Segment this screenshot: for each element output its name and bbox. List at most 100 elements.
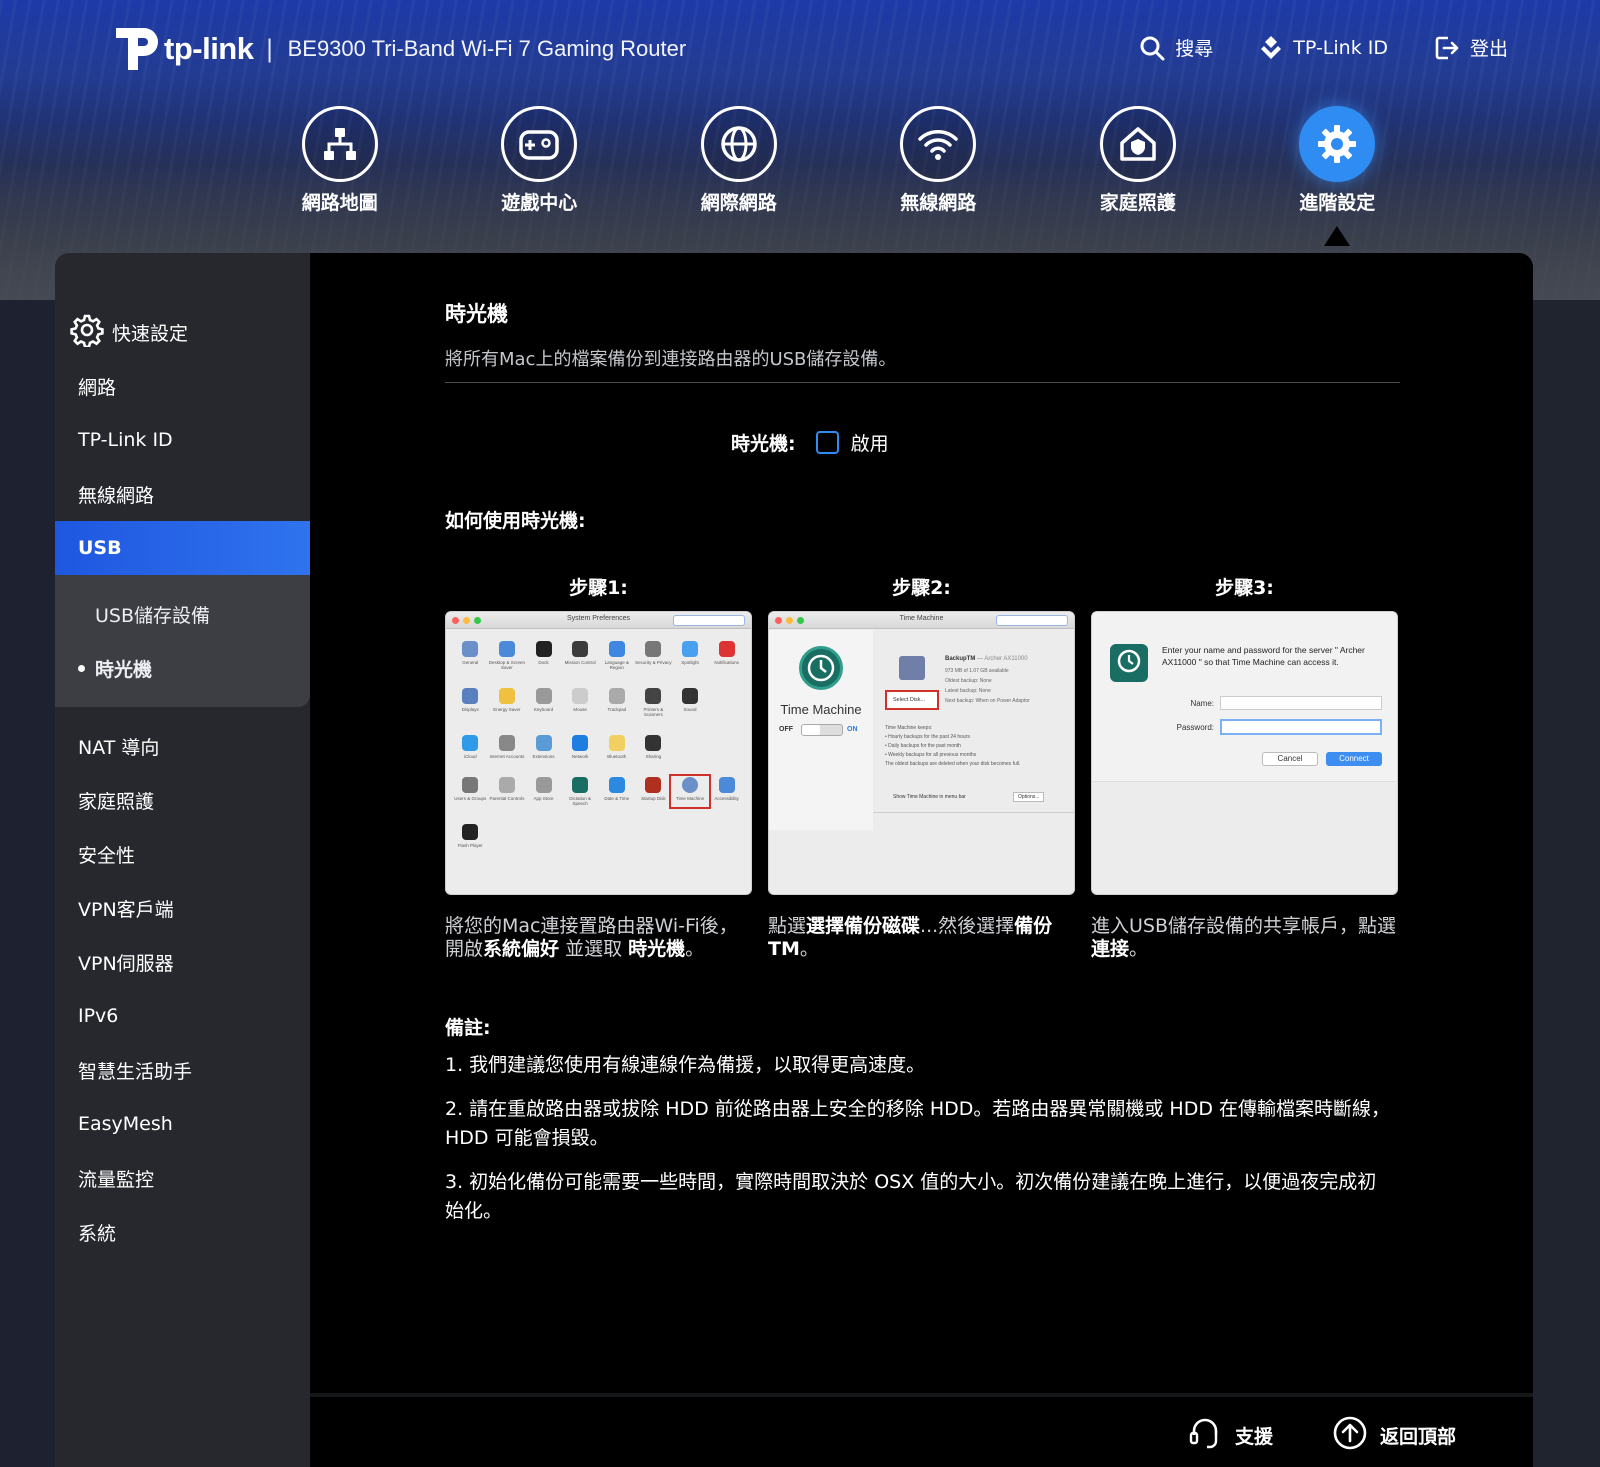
sidebar-item-ipv6[interactable]: IPv6: [55, 989, 310, 1043]
pref-network[interactable]: Network: [562, 735, 599, 759]
select-disk-button[interactable]: Select Disk...: [885, 690, 939, 710]
pref-desktop-screen-saver[interactable]: Desktop & Screen Saver: [489, 641, 526, 670]
tplink-id-label: TP-Link ID: [1293, 36, 1388, 59]
time-machine-toggle-label: 時光機:: [731, 433, 796, 455]
sidebar-subitem-label: USB儲存設備: [95, 604, 211, 627]
caption-bold: 系統偏好: [483, 938, 560, 960]
logout-button[interactable]: 登出: [1434, 34, 1508, 61]
tm-off-label: OFF: [779, 726, 793, 733]
wifi-icon: [900, 106, 977, 182]
pref-sharing[interactable]: Sharing: [635, 735, 672, 759]
pref-dock[interactable]: Dock: [525, 641, 562, 670]
pref-security-privacy[interactable]: Security & Privacy: [635, 641, 672, 670]
sidebar-item-vpn-client[interactable]: VPN客戶端: [55, 881, 310, 935]
pref-language-region[interactable]: Language & Region: [599, 641, 636, 670]
sidebar-item-label: 智慧生活助手: [78, 1060, 193, 1083]
sidebar-item-label: 快速設定: [112, 322, 189, 345]
pref-dictation-speech[interactable]: Dictation & Speech: [562, 777, 599, 806]
password-field[interactable]: [1220, 719, 1382, 735]
back-to-top-button[interactable]: 返回頂部: [1332, 1415, 1456, 1456]
pref-spotlight[interactable]: Spotlight: [672, 641, 709, 670]
nav-homecare[interactable]: 家庭照護: [1038, 106, 1238, 215]
pref-extensions[interactable]: Extensions: [525, 735, 562, 759]
pref-mouse[interactable]: Mouse: [562, 688, 599, 717]
pref-mission-control[interactable]: Mission Control: [562, 641, 599, 670]
sidebar-item-homecare[interactable]: 家庭照護: [55, 773, 310, 827]
pref-displays[interactable]: Displays: [452, 688, 489, 717]
sidebar-item-traffic-monitor[interactable]: 流量監控: [55, 1151, 310, 1205]
pref-trackpad[interactable]: Trackpad: [599, 688, 636, 717]
pref-parental-controls[interactable]: Parental Controls: [489, 777, 526, 806]
password-label: Password:: [1176, 723, 1214, 732]
sidebar-item-usb[interactable]: USB: [55, 521, 310, 575]
sidebar-item-label: 網路: [78, 376, 117, 399]
pref-general[interactable]: General: [452, 641, 489, 670]
sidebar-item-quick-setup[interactable]: 快速設定: [55, 305, 310, 359]
tplink-id-button[interactable]: TP-Link ID: [1259, 35, 1388, 61]
router-model: BE9300 Tri-Band Wi-Fi 7 Gaming Router: [287, 36, 687, 61]
sidebar-subitem-usb-storage[interactable]: USB儲存設備: [55, 589, 310, 639]
enable-checkbox[interactable]: [815, 431, 839, 454]
pref-icloud[interactable]: iCloud: [452, 735, 489, 759]
nav-advanced[interactable]: 進階設定: [1238, 106, 1438, 246]
support-button[interactable]: 支援: [1187, 1415, 1273, 1456]
sidebar-item-tplink-id[interactable]: TP-Link ID: [55, 413, 310, 467]
pref-internet-accounts[interactable]: Internet Accounts: [489, 735, 526, 759]
step2-title: 步驟2:: [892, 577, 951, 599]
cancel-button[interactable]: Cancel: [1262, 752, 1318, 766]
sidebar-item-label: 流量監控: [78, 1168, 155, 1191]
show-menubar-checkbox[interactable]: Show Time Machine in menu bar: [893, 794, 966, 800]
pref-accessibility[interactable]: Accessibility: [708, 777, 745, 806]
search-icon: [1139, 35, 1165, 61]
pref-notifications[interactable]: Notifications: [708, 641, 745, 670]
sidebar-item-label: VPN伺服器: [78, 952, 174, 975]
brand-separator: |: [265, 35, 274, 63]
pref-bluetooth[interactable]: Bluetooth: [599, 735, 636, 759]
step1-screenshot: System Preferences General Desktop & Scre…: [445, 611, 752, 895]
sidebar-item-label: VPN客戶端: [78, 898, 174, 921]
caption-bold: 選擇備份磁碟: [806, 915, 921, 937]
sidebar: 快速設定 網路 TP-Link ID 無線網路 USB USB儲存設備 時光機 …: [55, 253, 310, 1467]
pref-users-groups[interactable]: Users & Groups: [452, 777, 489, 806]
options-button[interactable]: Options...: [1013, 792, 1045, 802]
main-nav: 網路地圖 遊戲中心 網際網路 無線網路 家庭照護 進階設定: [240, 106, 1438, 246]
nav-homecare-label: 家庭照護: [1099, 192, 1176, 214]
enable-label[interactable]: 啟用: [851, 429, 889, 456]
pref-flash-player[interactable]: Flash Player: [452, 824, 489, 848]
pref-keyboard[interactable]: Keyboard: [525, 688, 562, 717]
sidebar-subitem-time-machine[interactable]: 時光機: [55, 643, 310, 693]
search-label: 搜尋: [1175, 38, 1214, 60]
sidebar-item-vpn-server[interactable]: VPN伺服器: [55, 935, 310, 989]
sidebar-item-security[interactable]: 安全性: [55, 827, 310, 881]
caption-bold: 時光機: [628, 938, 686, 960]
pref-startup-disk[interactable]: Startup Disk: [635, 777, 672, 806]
sidebar-item-system[interactable]: 系統: [55, 1205, 310, 1259]
caption-text: ...然後選擇: [920, 915, 1015, 937]
pref-energy-saver[interactable]: Energy Saver: [489, 688, 526, 717]
pref-printers-scanners[interactable]: Printers & Scanners: [635, 688, 672, 717]
sidebar-item-network[interactable]: 網路: [55, 359, 310, 413]
sidebar-item-wireless[interactable]: 無線網路: [55, 467, 310, 521]
nav-wireless[interactable]: 無線網路: [839, 106, 1039, 215]
pref-sound[interactable]: Sound: [672, 688, 709, 717]
pref-time-machine[interactable]: Time Machine: [668, 774, 712, 809]
name-field[interactable]: [1220, 696, 1382, 710]
brand: tp-link | BE9300 Tri-Band Wi-Fi 7 Gaming…: [106, 22, 686, 76]
nav-internet[interactable]: 網際網路: [639, 106, 839, 215]
search-button[interactable]: 搜尋: [1139, 34, 1213, 61]
tplink-logo-icon: [106, 22, 160, 76]
nav-network-map[interactable]: 網路地圖: [240, 106, 440, 215]
sidebar-item-smart-life[interactable]: 智慧生活助手: [55, 1043, 310, 1097]
connect-button[interactable]: Connect: [1326, 752, 1382, 766]
sidebar-item-label: IPv6: [78, 1005, 119, 1027]
sidebar-item-nat[interactable]: NAT 導向: [55, 719, 310, 773]
pref-date-time[interactable]: Date & Time: [599, 777, 636, 806]
caption-text: 進入USB儲存設備的共享帳戶，點選: [1091, 915, 1397, 937]
sidebar-item-easymesh[interactable]: EasyMesh: [55, 1097, 310, 1151]
time-machine-icon: [1110, 644, 1148, 682]
tm-on-label: ON: [847, 726, 858, 733]
sidebar-item-label: 家庭照護: [78, 790, 155, 813]
sidebar-item-label: 系統: [78, 1222, 117, 1245]
nav-game-center[interactable]: 遊戲中心: [440, 106, 640, 215]
pref-app-store[interactable]: App Store: [525, 777, 562, 806]
